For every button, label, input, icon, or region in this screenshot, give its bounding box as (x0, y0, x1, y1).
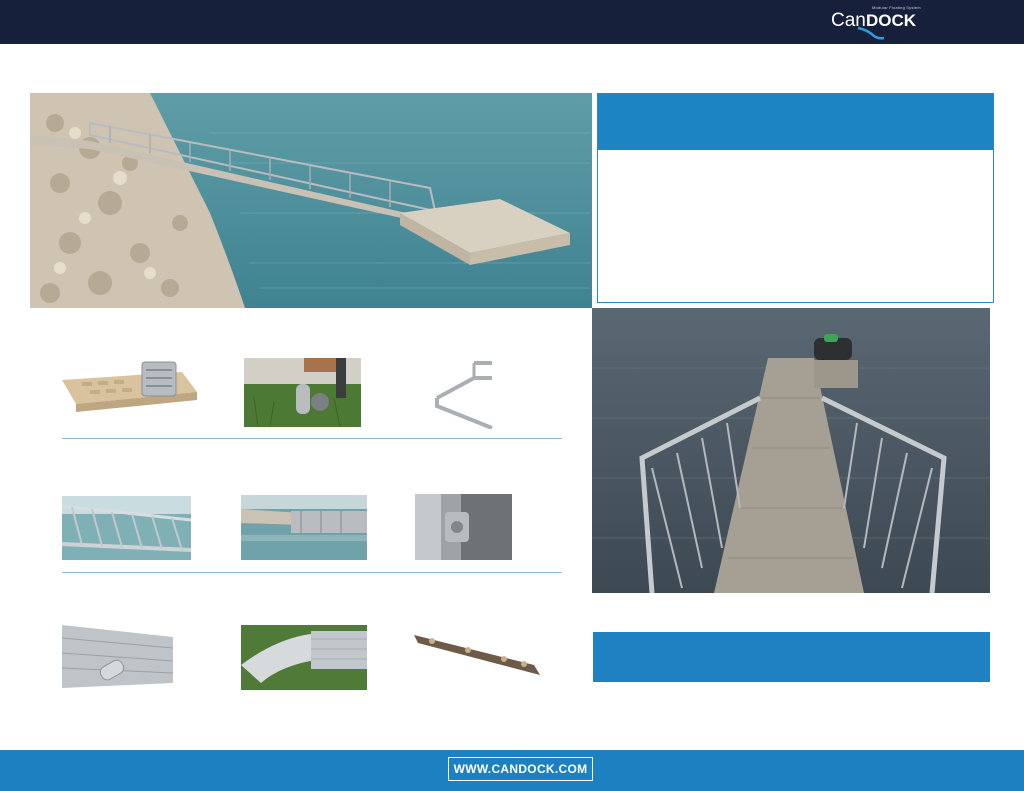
hero-photo-gangway (30, 93, 592, 308)
row-divider (62, 438, 562, 439)
thumb-connector-bracket (414, 625, 547, 684)
candock-logo[interactable]: Modular Floating System Can DOCK (828, 4, 921, 40)
info-panel (597, 93, 994, 303)
thumb-gangway-wheel-roller (244, 358, 361, 427)
thumb-roller-mount (62, 623, 173, 688)
website-link[interactable]: WWW.CANDOCK.COM (448, 757, 593, 781)
thumb-aluminum-frame-corner (434, 358, 493, 429)
header-bar: Modular Floating System Can DOCK (0, 0, 1024, 44)
thumb-transition-plate (241, 625, 367, 690)
thumb-dock-surface-panel (62, 360, 197, 426)
thumb-gangway-railing (62, 496, 191, 560)
caption-bar (593, 632, 990, 682)
logo-swoosh-icon (857, 26, 885, 40)
logo-tagline: Modular Floating System (872, 5, 921, 10)
info-panel-header (598, 94, 993, 150)
row-divider (62, 572, 562, 573)
photo-dock-gangway-jetski (592, 308, 990, 593)
thumb-gangway-dock-connection (241, 495, 367, 560)
thumb-hinge-bracket (415, 494, 512, 560)
